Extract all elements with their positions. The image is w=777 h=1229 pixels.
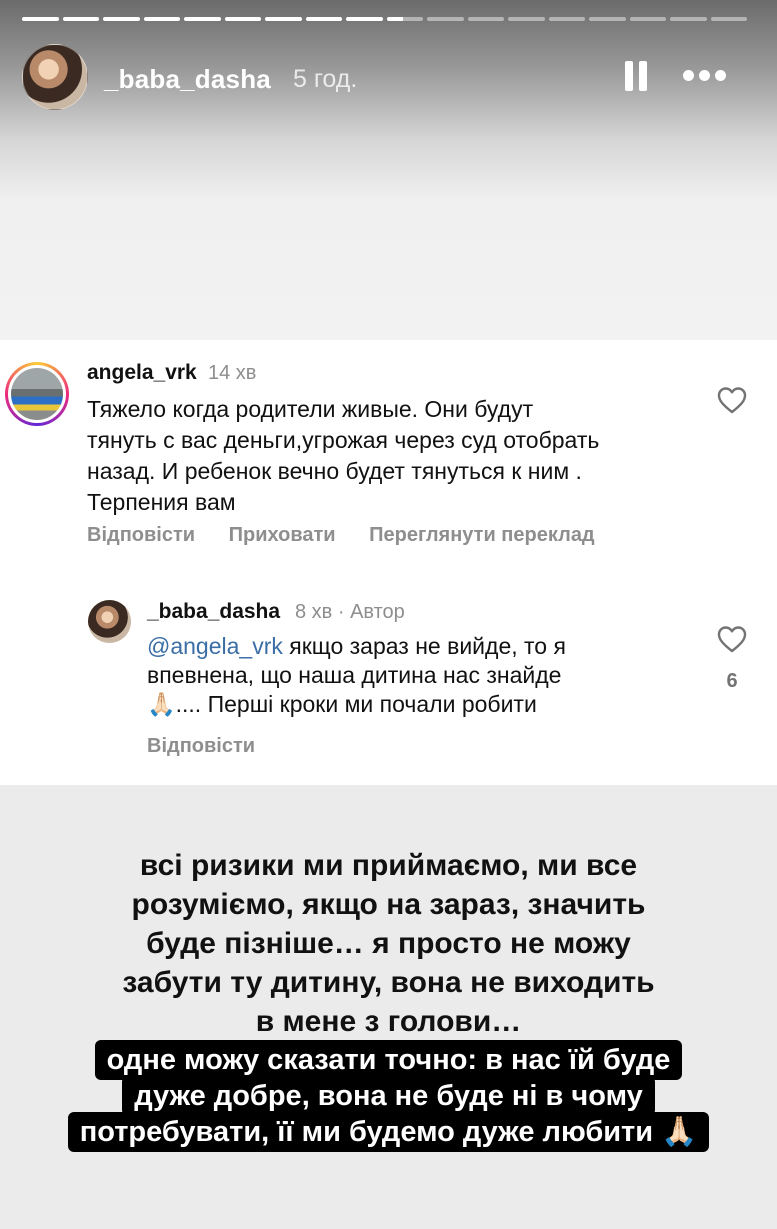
- comment-line: Терпения вам: [87, 489, 236, 515]
- caption-line: буде пізніше… я просто не можу: [146, 927, 631, 960]
- progress-segment: [143, 17, 180, 21]
- story-timestamp: 5 год.: [293, 65, 358, 93]
- comment-line: назад. И ребенок вечно будет тянуться к …: [87, 458, 582, 484]
- progress-segment: [710, 17, 747, 21]
- progress-segment: [508, 17, 545, 21]
- progress-segment: [548, 17, 585, 21]
- reply-button[interactable]: Відповісти: [147, 735, 255, 758]
- caption-line: в мене з голови…: [255, 1005, 522, 1038]
- caption-line: забути ту дитину, вона не виходить: [122, 966, 655, 999]
- progress-segment: [386, 17, 423, 21]
- story-header: _baba_dasha 5 год.: [22, 44, 752, 110]
- caption-line: розуміємо, якщо на зараз, значить: [131, 888, 646, 921]
- progress-segment: [629, 17, 666, 21]
- comment-time: 14 хв: [208, 362, 257, 384]
- reply-like-count: 6: [726, 670, 738, 692]
- comment-line: тянуть с вас деньги,угрожая через суд от…: [87, 427, 600, 453]
- reply-line: впевнена, що наша дитина нас знайде: [147, 662, 562, 688]
- comment-screenshot-card: angela_vrk 14 хв Тяжело когда родители ж…: [0, 340, 777, 785]
- reply-button[interactable]: Відповісти: [87, 524, 195, 546]
- see-translation-button[interactable]: Переглянути переклад: [369, 524, 594, 546]
- comment-username[interactable]: angela_vrk: [87, 361, 197, 385]
- story-author-username[interactable]: _baba_dasha: [104, 64, 271, 95]
- progress-segment: [427, 17, 464, 21]
- more-icon[interactable]: [683, 70, 727, 82]
- progress-segment: [265, 17, 302, 21]
- progress-segment: [103, 17, 140, 21]
- comment-actions: Відповісти Приховати Переглянути перекла…: [87, 524, 623, 547]
- mention-link[interactable]: @angela_vrk: [147, 633, 283, 659]
- progress-segment: [670, 17, 707, 21]
- reply-meta: 8 хв · Автор: [295, 601, 405, 623]
- story-caption: всі ризики ми приймаємо, ми все розумієм…: [0, 846, 777, 1041]
- progress-segment: [467, 17, 504, 21]
- caption-line: всі ризики ми приймаємо, ми все: [139, 849, 638, 882]
- progress-segment: [346, 17, 383, 21]
- progress-segment: [589, 17, 626, 21]
- comment-line: Тяжело когда родители живые. Они будут: [87, 396, 534, 422]
- heart-icon[interactable]: [717, 386, 747, 414]
- hide-button[interactable]: Приховати: [229, 524, 336, 546]
- reply-author-avatar[interactable]: [88, 600, 131, 643]
- pause-icon[interactable]: [624, 61, 648, 91]
- reply-text: @angela_vrk якщо зараз не вийде, то я вп…: [147, 632, 667, 719]
- commenter-avatar[interactable]: [5, 362, 69, 426]
- progress-segment: [62, 17, 99, 21]
- highlight-line: дуже добре, вона не буде ні в чому: [122, 1076, 655, 1116]
- reply-line: 🙏🏻.... Перші кроки ми почали робити: [147, 691, 537, 717]
- heart-icon[interactable]: [717, 625, 747, 653]
- highlight-line: потребувати, її ми будемо дуже любити 🙏🏻: [67, 1112, 710, 1152]
- story-highlight-text: одне можу сказати точно: в нас їй буде д…: [0, 1040, 777, 1152]
- reply-username[interactable]: _baba_dasha: [147, 600, 280, 624]
- progress-segment: [184, 17, 221, 21]
- highlight-line: одне можу сказати точно: в нас їй буде: [94, 1040, 683, 1080]
- progress-segment: [22, 17, 59, 21]
- reply-line: якщо зараз не вийде, то я: [282, 633, 566, 659]
- progress-segment: [305, 17, 342, 21]
- story-author-avatar[interactable]: [22, 44, 88, 110]
- progress-segment: [224, 17, 261, 21]
- comment-text: Тяжело когда родители живые. Они будут т…: [87, 394, 707, 518]
- story-progress-bar: [22, 17, 747, 21]
